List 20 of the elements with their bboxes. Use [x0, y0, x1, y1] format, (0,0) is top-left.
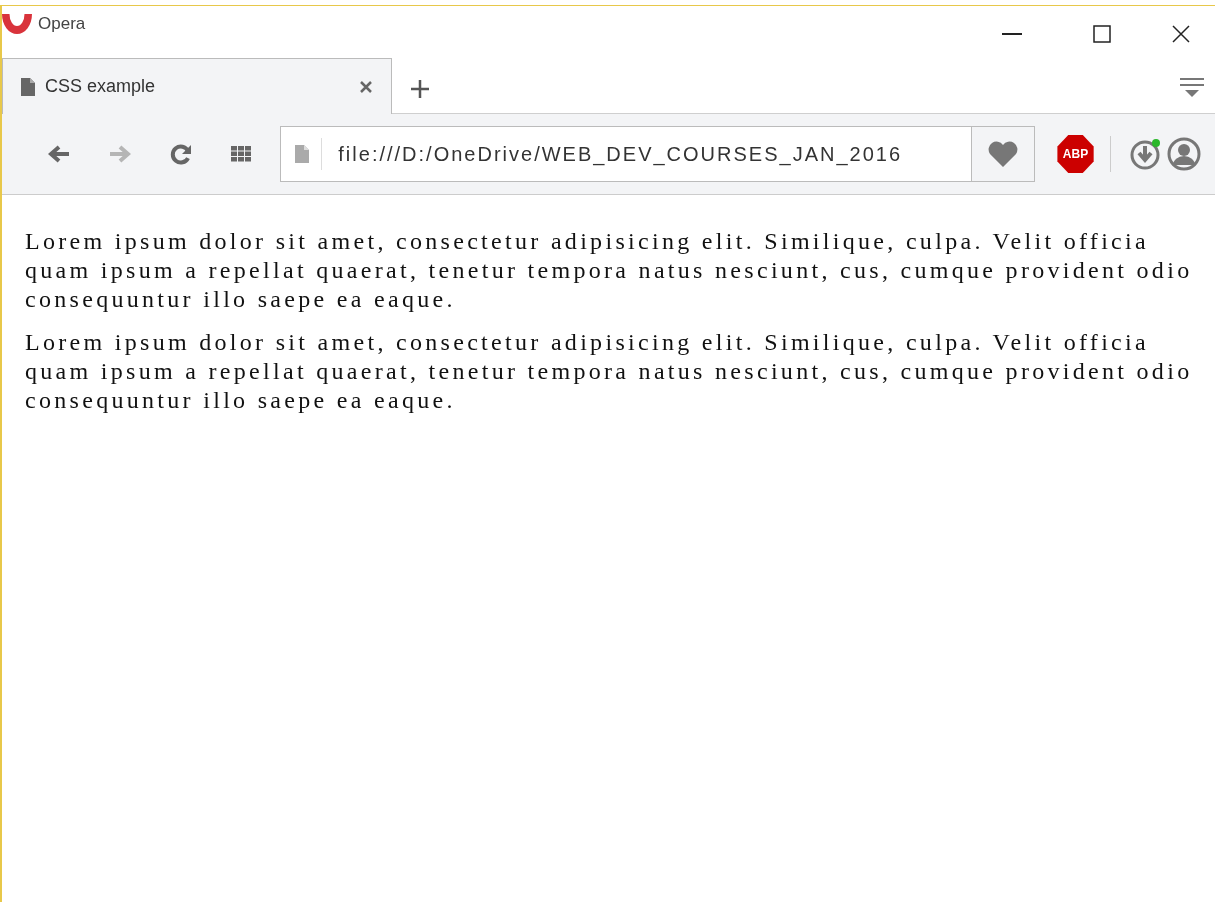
logo: [2, 14, 32, 34]
document-icon: [295, 145, 310, 163]
back-icon: [47, 145, 70, 163]
bookmark-heart-button[interactable]: [972, 126, 1036, 182]
tab[interactable]: CSS example: [2, 58, 392, 114]
address-bar[interactable]: file:///D:/OneDrive/WEB_DEV_COURSES_JAN_2016: [280, 126, 973, 182]
url-field[interactable]: file:///D:/OneDrive/WEB_DEV_COURSES_JAN_2016: [322, 142, 972, 166]
paragraph: Lorem ipsum dolor sit amet, consectetur adipisicing elit. Similique, culpa. Velit officia quam ipsum a repellat quaerat, tenetur tempora natus nesciunt, cus, cumque provident odio consequuntur illo saepe ea eaque.: [25, 328, 1194, 415]
forward-icon: [108, 145, 131, 163]
adblock-button[interactable]: ABP: [1057, 135, 1094, 173]
new-tab-button[interactable]: [410, 79, 430, 99]
maximize-icon[interactable]: [1093, 25, 1111, 43]
document-icon: [21, 77, 35, 96]
heart-icon[interactable]: [988, 141, 1019, 167]
paragraph: Lorem ipsum dolor sit amet, consectetur adipisicing elit. Similique, culpa. Velit officia quam ipsum a repellat quaerat, tenetur tempora natus nesciunt, cus, cumque provident odio consequuntur illo saepe ea eaque.: [25, 227, 1194, 314]
grid-icon: [230, 146, 253, 162]
menu-icon[interactable]: [1179, 77, 1205, 99]
close-icon[interactable]: [1172, 25, 1190, 43]
reload-icon: [169, 143, 192, 165]
opera-menu-button[interactable]: Opera: [2, 6, 86, 42]
